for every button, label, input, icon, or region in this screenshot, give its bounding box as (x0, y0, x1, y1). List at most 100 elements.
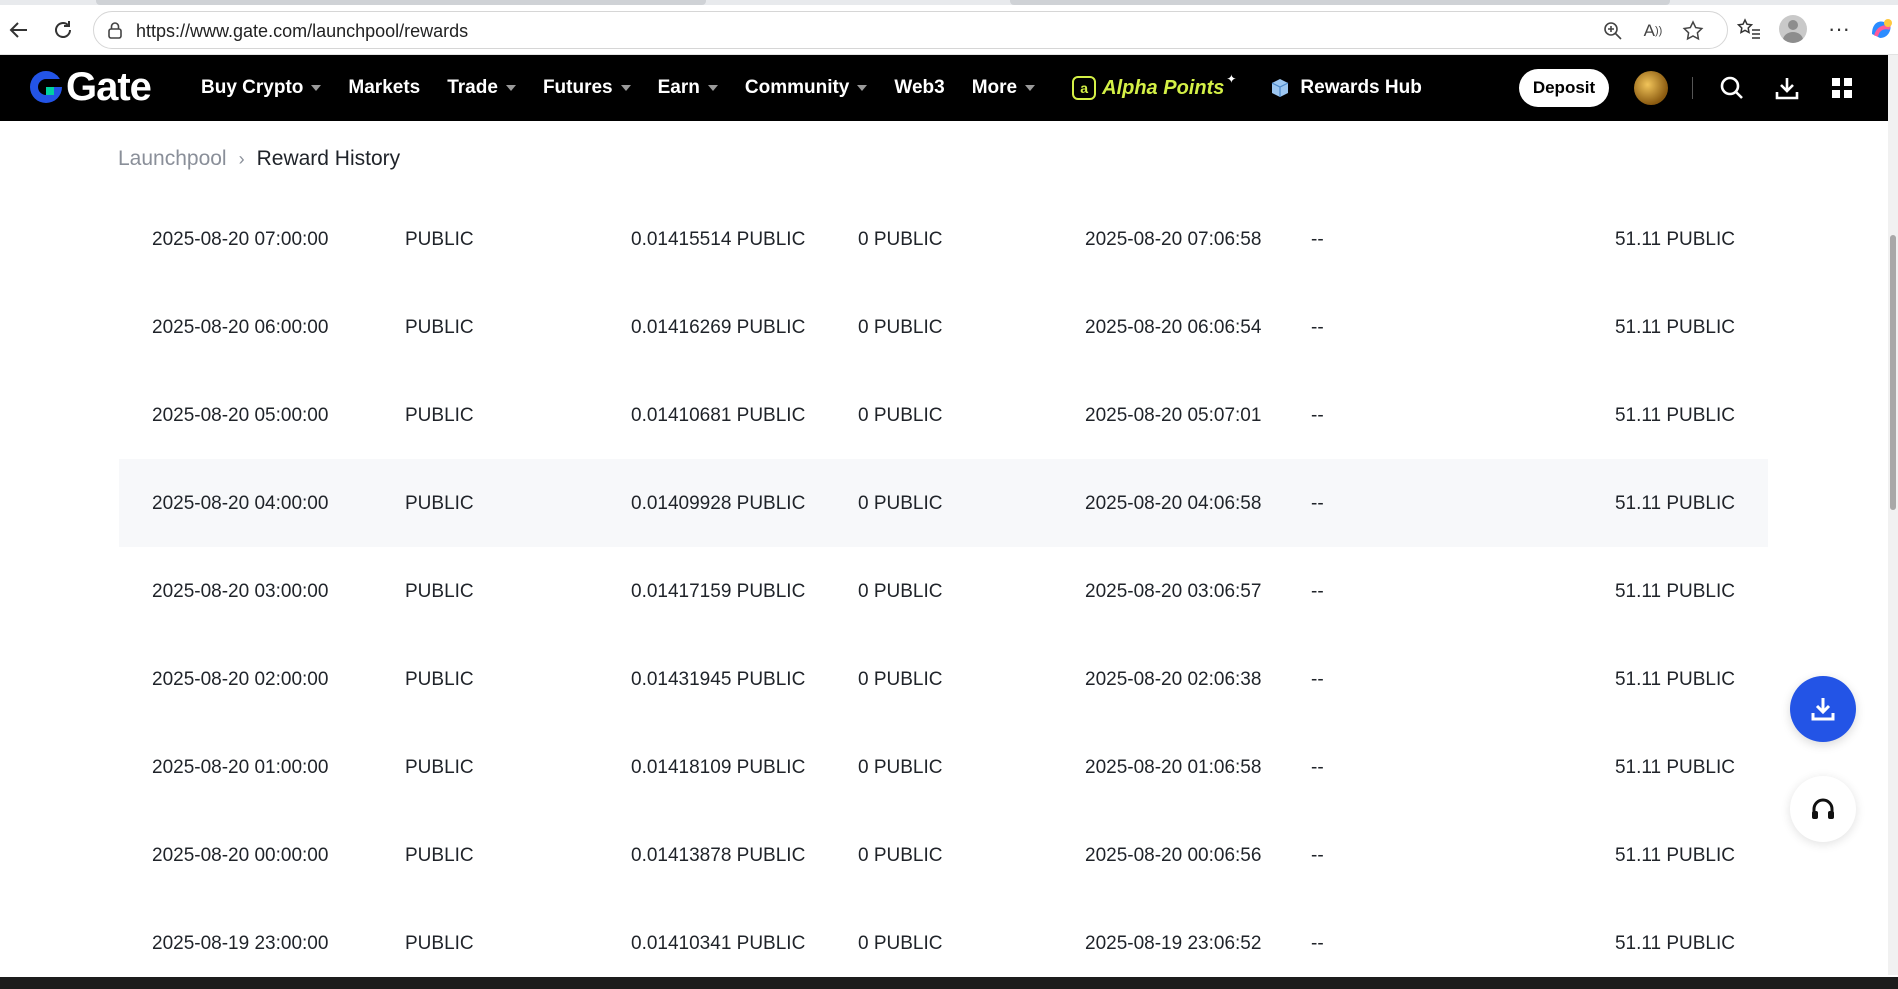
reward-token-cell: PUBLIC (405, 845, 474, 866)
sparkle-icon: ✦ (1226, 72, 1237, 86)
avatar[interactable] (1634, 71, 1668, 105)
chevron-right-icon: › (238, 148, 245, 169)
reward-token-cell: PUBLIC (405, 933, 474, 954)
url-text[interactable]: https://www.gate.com/launchpool/rewards (136, 21, 468, 42)
distribution-time-cell: 2025-08-20 07:06:58 (1085, 229, 1262, 250)
chevron-down-icon (707, 85, 718, 91)
snapshot-time-cell: 2025-08-20 07:00:00 (152, 229, 329, 250)
remark-cell: -- (1311, 317, 1324, 338)
breadcrumb-launchpool[interactable]: Launchpool (118, 147, 227, 171)
browser-tab-strip (0, 0, 1898, 5)
reward-amount-cell: 0.01431945 PUBLIC (631, 669, 806, 690)
menu-markets[interactable]: Markets (348, 77, 420, 99)
snapshot-time-cell: 2025-08-20 03:00:00 (152, 581, 329, 602)
menu-label: Web3 (894, 77, 945, 98)
customer-support-button[interactable] (1790, 776, 1856, 842)
page-scrollbar[interactable] (1888, 55, 1898, 975)
menu-futures[interactable]: Futures (543, 77, 631, 99)
extra-reward-cell: 0 PUBLIC (858, 229, 943, 250)
staked-amount-cell: 51.11 PUBLIC (1614, 317, 1735, 338)
favorites-list-icon[interactable] (1734, 14, 1764, 44)
reward-amount-cell: 0.01418109 PUBLIC (631, 757, 806, 778)
scrollbar-thumb[interactable] (1890, 235, 1896, 510)
menu-buy-crypto[interactable]: Buy Crypto (201, 77, 322, 99)
extra-reward-cell: 0 PUBLIC (858, 581, 943, 602)
reward-token-cell: PUBLIC (405, 229, 474, 250)
extra-reward-cell: 0 PUBLIC (858, 493, 943, 514)
download-icon[interactable] (1772, 73, 1802, 103)
extra-reward-cell: 0 PUBLIC (858, 317, 943, 338)
menu-label: Futures (542, 77, 613, 98)
snapshot-time-cell: 2025-08-20 04:00:00 (152, 493, 329, 514)
taskbar-edge (0, 977, 1898, 989)
alpha-points-link[interactable]: a Alpha Points ✦ (1072, 72, 1236, 100)
site-header: Gate Buy Crypto Markets Trade Futures Ea… (0, 55, 1888, 121)
gate-logo[interactable]: Gate (28, 67, 152, 107)
chevron-down-icon (311, 85, 322, 91)
remark-cell: -- (1311, 581, 1324, 602)
menu-label: Markets (348, 77, 421, 98)
breadcrumb: Launchpool › Reward History (118, 147, 400, 171)
reward-amount-cell: 0.01413878 PUBLIC (631, 845, 806, 866)
menu-label: Community (744, 77, 850, 98)
profile-icon[interactable] (1778, 14, 1808, 44)
menu-label: More (971, 77, 1018, 98)
reward-amount-cell: 0.01409928 PUBLIC (631, 493, 806, 514)
table-row: 2025-08-20 04:00:00 PUBLIC 0.01409928 PUBL… (119, 459, 1768, 547)
staked-amount-cell: 51.11 PUBLIC (1614, 757, 1735, 778)
remark-cell: -- (1311, 405, 1324, 426)
snapshot-time-cell: 2025-08-20 05:00:00 (152, 405, 329, 426)
rewards-hub-link[interactable]: Rewards Hub (1270, 77, 1422, 99)
menu-label: Earn (657, 77, 700, 98)
distribution-time-cell: 2025-08-20 01:06:58 (1085, 757, 1262, 778)
chevron-down-icon (620, 85, 631, 91)
back-icon[interactable] (4, 15, 34, 45)
reward-token-cell: PUBLIC (405, 493, 474, 514)
menu-web3[interactable]: Web3 (894, 77, 944, 99)
reload-icon[interactable] (48, 15, 78, 45)
download-app-button[interactable] (1790, 676, 1856, 742)
staked-amount-cell: 51.11 PUBLIC (1614, 493, 1735, 514)
address-bar[interactable]: https://www.gate.com/launchpool/rewards … (93, 11, 1728, 49)
chevron-down-icon (1025, 85, 1036, 91)
extra-reward-cell: 0 PUBLIC (858, 933, 943, 954)
staked-amount-cell: 51.11 PUBLIC (1614, 845, 1735, 866)
deposit-button[interactable]: Deposit (1519, 69, 1609, 107)
copilot-icon[interactable] (1866, 14, 1896, 44)
staked-amount-cell: 51.11 PUBLIC (1614, 933, 1735, 954)
search-icon[interactable] (1717, 73, 1747, 103)
reward-token-cell: PUBLIC (405, 581, 474, 602)
alpha-points-label: Alpha Points (1102, 76, 1225, 99)
favorite-star-icon[interactable] (1682, 20, 1704, 42)
alpha-points-icon: a (1072, 76, 1097, 100)
snapshot-time-cell: 2025-08-20 02:00:00 (152, 669, 329, 690)
remark-cell: -- (1311, 493, 1324, 514)
extra-reward-cell: 0 PUBLIC (858, 757, 943, 778)
reward-token-cell: PUBLIC (405, 669, 474, 690)
menu-earn[interactable]: Earn (658, 77, 718, 99)
remark-cell: -- (1311, 669, 1324, 690)
apps-grid-icon[interactable] (1827, 73, 1857, 103)
snapshot-time-cell: 2025-08-20 00:00:00 (152, 845, 329, 866)
lock-icon[interactable] (106, 21, 124, 39)
distribution-time-cell: 2025-08-19 23:06:52 (1085, 933, 1262, 954)
more-icon[interactable]: ··· (1824, 14, 1854, 44)
download-icon (1811, 698, 1835, 721)
headset-icon (1812, 798, 1834, 819)
main-menu: Buy Crypto Markets Trade Futures Earn Co… (201, 55, 1422, 121)
snapshot-time-cell: 2025-08-20 01:00:00 (152, 757, 329, 778)
nav-divider (1692, 77, 1693, 99)
read-aloud-icon[interactable]: A)) (1642, 20, 1664, 42)
rewards-hub-label: Rewards Hub (1300, 77, 1422, 98)
table-row: 2025-08-20 05:00:00 PUBLIC 0.01410681 PUBL… (119, 371, 1768, 459)
menu-label: Trade (447, 77, 498, 98)
zoom-icon[interactable] (1602, 20, 1624, 42)
distribution-time-cell: 2025-08-20 06:06:54 (1085, 317, 1262, 338)
remark-cell: -- (1311, 845, 1324, 866)
reward-amount-cell: 0.01417159 PUBLIC (631, 581, 806, 602)
menu-trade[interactable]: Trade (447, 77, 516, 99)
snapshot-time-cell: 2025-08-20 06:00:00 (152, 317, 329, 338)
menu-more[interactable]: More (971, 77, 1036, 99)
remark-cell: -- (1311, 229, 1324, 250)
menu-community[interactable]: Community (745, 77, 868, 99)
